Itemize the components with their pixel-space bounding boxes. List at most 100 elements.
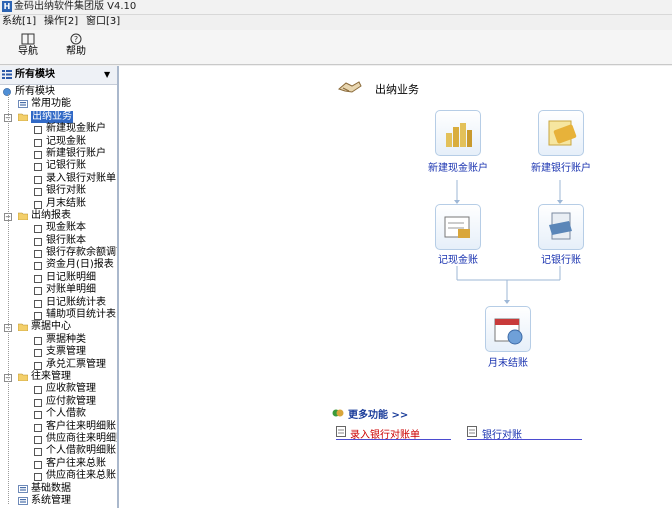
tree-item-label: 往来管理	[31, 370, 71, 382]
tree-item[interactable]: 银行账本	[0, 235, 117, 247]
tree-item[interactable]: 新建现金账户	[0, 123, 117, 135]
document-icon	[336, 426, 346, 437]
tree-item-label: 日记账明细	[46, 271, 96, 283]
menu-window[interactable]: 窗口[3]	[86, 15, 120, 29]
item-icon	[34, 398, 42, 407]
tree-item[interactable]: 记现金账	[0, 136, 117, 148]
tree-item[interactable]: 供应商往来明细账	[0, 433, 117, 445]
tree-item[interactable]: 记银行账	[0, 160, 117, 172]
tree-item[interactable]: 个人借款明细账	[0, 445, 117, 457]
bank-journal-icon	[538, 204, 584, 250]
item-icon	[34, 237, 42, 246]
module-selector[interactable]: 所有模块 ▼	[0, 66, 117, 85]
flow-node-label: 记现金账	[438, 255, 478, 266]
tree-item-label: 新建现金账户	[46, 123, 106, 135]
module-selector-label: 所有模块	[15, 69, 55, 80]
tree-item-label: 系统管理	[31, 494, 71, 506]
tree-item-label: 记现金账	[46, 135, 86, 147]
item-icon	[34, 225, 42, 234]
tree-item[interactable]: 客户往来明细账	[0, 421, 117, 433]
root-icon	[3, 88, 11, 96]
tree-item[interactable]: 日记账统计表	[0, 297, 117, 309]
tree-item-label: 供应商往来明细账	[46, 432, 119, 444]
tree-folder[interactable]: 常用功能	[0, 98, 117, 110]
tree-item-label: 出纳报表	[31, 209, 71, 221]
item-icon	[34, 150, 42, 159]
tree-item-label: 辅助项目统计表	[46, 309, 116, 321]
tree-item[interactable]: 录入银行对账单	[0, 173, 117, 185]
item-icon	[34, 274, 42, 283]
item-icon	[34, 460, 42, 469]
tree-item[interactable]: 客户往来总账	[0, 458, 117, 470]
tree-item[interactable]: 供应商往来总账	[0, 470, 117, 482]
tree-item-label: 票据种类	[46, 333, 86, 345]
tree-item[interactable]: 现金账本	[0, 222, 117, 234]
tree-folder[interactable]: − 往来管理	[0, 371, 117, 383]
tree-item[interactable]: 对账单明细	[0, 284, 117, 296]
menu-system[interactable]: 系统[1]	[2, 15, 36, 29]
item-icon	[34, 386, 42, 395]
tree-item[interactable]: 个人借款	[0, 408, 117, 420]
more-functions-title: 更多功能 >>	[348, 410, 409, 421]
module-tree-panel: 所有模块 ▼ 所有模块 常用功能 − 出纳业务 新建现金账户 记现金账 新建银行账户 记银行账…	[0, 66, 119, 508]
help-button[interactable]: ? 帮助	[58, 32, 94, 62]
tree-item[interactable]: 支票管理	[0, 346, 117, 358]
item-icon	[34, 312, 42, 321]
tree-item[interactable]: 银行存款余额调节表	[0, 247, 117, 259]
item-icon	[34, 361, 42, 370]
item-icon	[34, 287, 42, 296]
flow-node-label: 月末结账	[488, 358, 528, 369]
tree-item-label: 支票管理	[46, 346, 86, 358]
tree-folder[interactable]: − 出纳报表	[0, 210, 117, 222]
tree-item[interactable]: 承兑汇票管理	[0, 359, 117, 371]
help-label: 帮助	[66, 46, 86, 57]
tree-item-label: 录入银行对账单	[46, 172, 116, 184]
dropdown-arrow-icon[interactable]: ▼	[104, 66, 110, 84]
tree-item-label: 出纳业务	[31, 110, 73, 124]
toolbar: 导航 ? 帮助	[0, 30, 672, 65]
tree-item-label: 应收款管理	[46, 383, 96, 395]
tree-item[interactable]: 票据种类	[0, 334, 117, 346]
flow-node-label: 新建现金账户	[428, 163, 488, 174]
tree-item[interactable]: 辅助项目统计表	[0, 309, 117, 321]
item-icon	[34, 448, 42, 457]
tree-item[interactable]: 应付款管理	[0, 396, 117, 408]
tree-item-label: 供应商往来总账	[46, 470, 116, 482]
menu-operation[interactable]: 操作[2]	[44, 15, 78, 29]
link-underline	[336, 439, 451, 440]
bank-account-icon	[538, 110, 584, 156]
tree-folder[interactable]: − 票据中心	[0, 321, 117, 333]
item-icon	[34, 126, 42, 135]
item-icon	[34, 336, 42, 345]
tree-item[interactable]: 银行对账	[0, 185, 117, 197]
svg-text:?: ?	[74, 35, 78, 44]
tree-folder[interactable]: − 出纳业务	[0, 110, 117, 124]
tree-item-label: 银行存款余额调节表	[46, 247, 117, 259]
tree-item-label: 资金月(日)报表	[46, 259, 114, 271]
tree-item-label: 个人借款明细账	[46, 445, 116, 457]
tree-root[interactable]: 所有模块	[0, 86, 117, 98]
tree-item-label: 银行对账	[46, 185, 86, 197]
tree-item[interactable]: 资金月(日)报表	[0, 259, 117, 271]
navigate-button[interactable]: 导航	[10, 32, 46, 62]
tree-item-label: 票据中心	[31, 321, 71, 333]
link-underline	[467, 439, 582, 440]
item-icon	[34, 435, 42, 444]
tree-item[interactable]: 日记账明细	[0, 272, 117, 284]
tree-item-label: 月末结账	[46, 197, 86, 209]
item-icon	[34, 411, 42, 420]
tree-item[interactable]: 应收款管理	[0, 383, 117, 395]
item-icon	[34, 175, 42, 184]
help-icon: ?	[70, 33, 82, 45]
tree-folder[interactable]: 系统管理	[0, 495, 117, 507]
tree-item-label: 个人借款	[46, 408, 86, 420]
tree-item-label: 对账单明细	[46, 284, 96, 296]
item-icon	[34, 349, 42, 358]
flow-node-label: 新建银行账户	[531, 163, 591, 174]
cash-account-icon	[435, 110, 481, 156]
tree-item[interactable]: 月末结账	[0, 198, 117, 210]
tree-folder[interactable]: 基础数据	[0, 483, 117, 495]
tree-item[interactable]: 新建银行账户	[0, 148, 117, 160]
module-tree: 所有模块 常用功能 − 出纳业务 新建现金账户 记现金账 新建银行账户 记银行账 录入银行对账单…	[0, 86, 117, 507]
tree-item-label: 承兑汇票管理	[46, 358, 106, 370]
